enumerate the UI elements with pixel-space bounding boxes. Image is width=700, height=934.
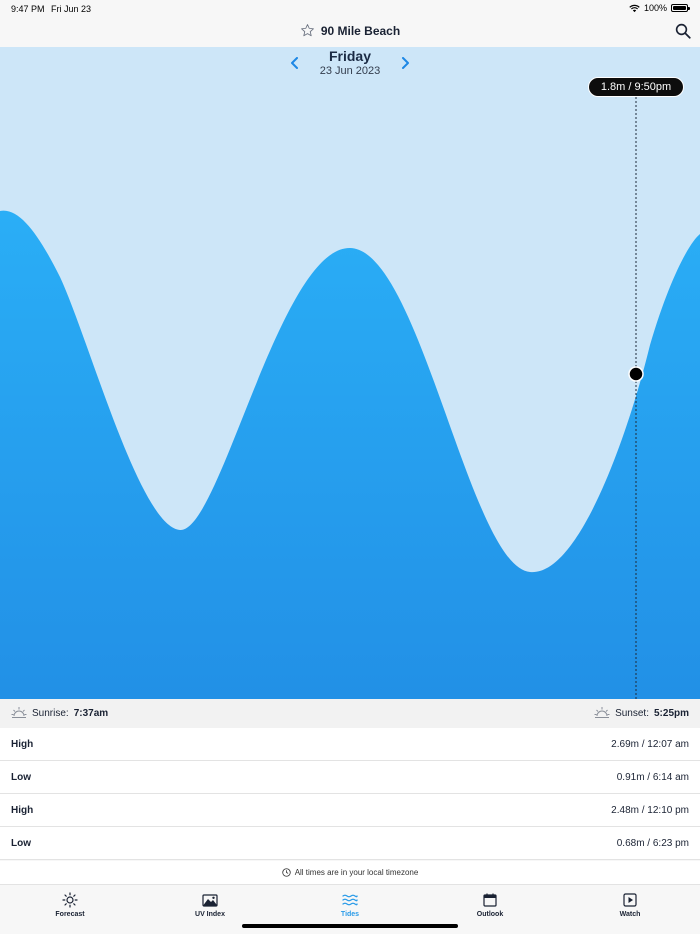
tab-forecast[interactable]: Forecast [0,885,140,934]
sunrise-icon [11,707,27,718]
tide-list: High 2.69m / 12:07 am Low 0.91m / 6:14 a… [0,728,700,860]
tide-chart[interactable]: Friday 23 Jun 2023 1.8m / 9:50pm [0,47,700,699]
status-time: 9:47 PM [11,4,45,14]
tide-type: Low [11,771,31,783]
status-date: Fri Jun 23 [51,4,92,14]
uv-mountain-icon [202,894,218,907]
tide-value: 0.68m / 6:23 pm [616,837,689,849]
status-right: 100% [629,3,690,13]
current-tide-tooltip: 1.8m / 9:50pm [588,77,684,97]
tide-row: High 2.69m / 12:07 am [0,728,700,761]
nav-bar: 90 Mile Beach [0,18,700,47]
home-indicator [242,924,458,928]
battery-percent: 100% [643,3,667,13]
tide-value: 2.69m / 12:07 am [611,738,689,750]
timezone-note-text: All times are in your local timezone [294,868,419,877]
sun-icon [62,892,78,908]
tab-label: Outlook [476,911,504,918]
tide-chart-svg [0,97,700,699]
search-icon[interactable] [674,22,692,40]
tab-label: Watch [619,911,641,918]
day-name: Friday [328,48,371,64]
tide-row: High 2.48m / 12:10 pm [0,794,700,827]
tab-label: Forecast [55,911,85,918]
tide-type: Low [11,837,31,849]
sunset-icon [594,707,610,718]
sunset-label: Sunset: [615,707,649,719]
tab-label: Tides [340,911,360,918]
status-bar: 9:47 PM Fri Jun 23 100% [0,0,700,18]
day-block: Friday 23 Jun 2023 [305,48,395,78]
tab-watch[interactable]: Watch [560,885,700,934]
tide-row: Low 0.68m / 6:23 pm [0,827,700,860]
clock-icon [282,868,291,877]
previous-day-button[interactable] [285,53,305,73]
chevron-right-icon [402,57,409,69]
tide-value: 0.91m / 6:14 am [616,771,689,783]
sunset-time: 5:25pm [653,707,689,719]
tide-water-area [0,210,700,699]
timezone-note: All times are in your local timezone [0,861,700,885]
chevron-left-icon [291,57,298,69]
battery-icon [671,4,690,12]
waves-icon [342,894,358,906]
tide-type: High [11,738,34,750]
next-day-button[interactable] [395,53,415,73]
tide-row: Low 0.91m / 6:14 am [0,761,700,794]
tide-value: 2.48m / 12:10 pm [611,804,689,816]
sunrise-label: Sunrise: [32,707,69,719]
sun-times-row: Sunrise: 7:37am Sunset: 5:25pm [0,699,700,728]
tide-type: High [11,804,34,816]
favorite-star-icon[interactable] [300,23,315,38]
current-tide-marker[interactable] [628,366,644,382]
tab-label: UV Index [195,911,225,918]
day-navigator: Friday 23 Jun 2023 [0,48,700,78]
calendar-icon [483,893,497,907]
play-icon [623,893,637,907]
wifi-icon [629,4,640,12]
day-date: 23 Jun 2023 [319,65,381,77]
location-title: 90 Mile Beach [320,23,401,38]
sunrise-time: 7:37am [73,707,109,719]
